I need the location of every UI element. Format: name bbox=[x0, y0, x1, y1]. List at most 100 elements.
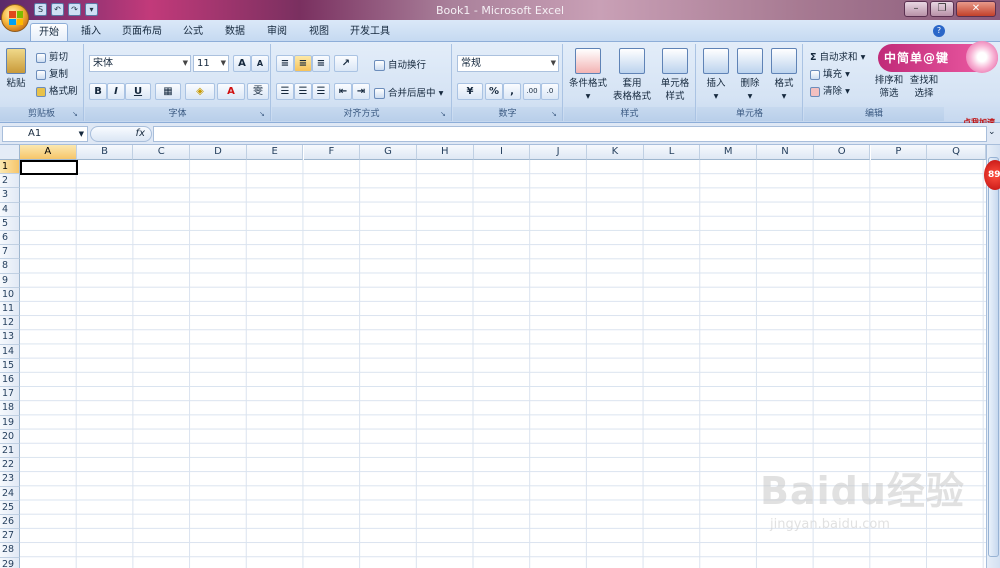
cell-styles-button[interactable]: 单元格 样式 bbox=[654, 48, 696, 103]
insert-cells-button[interactable]: 插入 ▾ bbox=[699, 48, 733, 103]
format-as-table-button[interactable]: 套用 表格格式 bbox=[610, 48, 654, 103]
close-button[interactable]: ✕ bbox=[956, 1, 996, 17]
align-left-button[interactable]: ☰ bbox=[276, 83, 294, 100]
name-box[interactable]: A1 ▼ bbox=[2, 126, 88, 142]
select-all-button[interactable] bbox=[0, 145, 20, 160]
column-header-q[interactable]: Q bbox=[927, 145, 986, 160]
decrease-decimal-button[interactable]: .0 bbox=[541, 83, 559, 100]
cut-button[interactable]: 剪切 bbox=[36, 49, 68, 63]
row-header-18[interactable]: 18 bbox=[0, 401, 20, 416]
office-button[interactable] bbox=[1, 4, 29, 32]
row-header-3[interactable]: 3 bbox=[0, 188, 20, 203]
align-middle-button[interactable]: ≡ bbox=[294, 55, 312, 72]
row-header-22[interactable]: 22 bbox=[0, 458, 20, 473]
row-header-15[interactable]: 15 bbox=[0, 358, 20, 373]
align-top-button[interactable]: ≡ bbox=[276, 55, 294, 72]
ime-toolbar[interactable]: 中简单@键 bbox=[878, 41, 998, 73]
bold-button[interactable]: B bbox=[89, 83, 107, 100]
font-launcher-icon[interactable]: ↘ bbox=[259, 110, 268, 119]
row-header-9[interactable]: 9 bbox=[0, 273, 20, 288]
row-header-16[interactable]: 16 bbox=[0, 373, 20, 388]
increase-decimal-button[interactable]: .00 bbox=[523, 83, 541, 100]
tab-review[interactable]: 审阅 bbox=[260, 23, 294, 42]
column-header-h[interactable]: H bbox=[416, 145, 474, 160]
column-header-e[interactable]: E bbox=[246, 145, 304, 160]
merge-center-button[interactable]: 合并后居中 ▾ bbox=[374, 85, 443, 99]
font-color-button[interactable]: A bbox=[217, 83, 245, 100]
column-header-l[interactable]: L bbox=[643, 145, 701, 160]
column-header-n[interactable]: N bbox=[757, 145, 814, 160]
column-header-o[interactable]: O bbox=[813, 145, 871, 160]
tab-data[interactable]: 数据 bbox=[218, 23, 252, 42]
fill-button[interactable]: 填充 ▾ bbox=[810, 66, 850, 80]
format-cells-button[interactable]: 格式 ▾ bbox=[767, 48, 801, 103]
fill-color-button[interactable]: ◈ bbox=[185, 83, 215, 100]
row-header-1[interactable]: 1 bbox=[0, 160, 20, 175]
tab-home[interactable]: 开始 bbox=[30, 23, 68, 42]
row-header-17[interactable]: 17 bbox=[0, 387, 20, 402]
row-header-8[interactable]: 8 bbox=[0, 259, 20, 274]
help-icon[interactable]: ? bbox=[933, 25, 945, 37]
row-header-5[interactable]: 5 bbox=[0, 216, 20, 231]
row-header-14[interactable]: 14 bbox=[0, 344, 20, 359]
save-icon[interactable]: S bbox=[34, 3, 47, 16]
italic-button[interactable]: I bbox=[107, 83, 125, 100]
row-header-24[interactable]: 24 bbox=[0, 486, 20, 501]
column-header-m[interactable]: M bbox=[700, 145, 758, 160]
notification-badge[interactable]: 89 bbox=[984, 160, 1000, 190]
orientation-button[interactable]: ↗ bbox=[334, 55, 358, 72]
underline-button[interactable]: U bbox=[125, 83, 151, 100]
row-header-11[interactable]: 11 bbox=[0, 302, 20, 317]
column-header-i[interactable]: I bbox=[473, 145, 531, 160]
column-header-b[interactable]: B bbox=[76, 145, 134, 160]
find-select-button[interactable]: 查找和 选择 bbox=[906, 74, 942, 100]
minimize-button[interactable]: – bbox=[904, 1, 928, 17]
restore-button[interactable]: ❐ bbox=[930, 1, 954, 17]
formula-input[interactable] bbox=[153, 126, 987, 142]
conditional-formatting-button[interactable]: 条件格式 ▾ bbox=[566, 48, 610, 103]
undo-icon[interactable]: ↶ bbox=[51, 3, 64, 16]
insert-function-button[interactable]: fx bbox=[90, 126, 152, 142]
tab-formulas[interactable]: 公式 bbox=[176, 23, 210, 42]
column-header-g[interactable]: G bbox=[360, 145, 417, 160]
increase-indent-button[interactable]: ⇥ bbox=[352, 83, 370, 100]
column-header-a[interactable]: A bbox=[20, 145, 77, 160]
row-header-29[interactable]: 29 bbox=[0, 557, 20, 568]
tab-insert[interactable]: 插入 bbox=[74, 23, 108, 42]
autosum-button[interactable]: Σ 自动求和 ▾ bbox=[810, 49, 865, 63]
sort-filter-button[interactable]: 排序和 筛选 bbox=[872, 74, 906, 100]
font-family-select[interactable]: 宋体 ▼ bbox=[89, 55, 191, 72]
row-header-26[interactable]: 26 bbox=[0, 515, 20, 530]
customize-qat-icon[interactable]: ▾ bbox=[85, 3, 98, 16]
comma-button[interactable]: , bbox=[503, 83, 521, 100]
row-header-21[interactable]: 21 bbox=[0, 444, 20, 459]
align-center-button[interactable]: ☰ bbox=[294, 83, 312, 100]
phonetic-button[interactable]: 雯 bbox=[247, 83, 269, 100]
number-format-select[interactable]: 常规 ▼ bbox=[457, 55, 559, 72]
align-bottom-button[interactable]: ≡ bbox=[312, 55, 330, 72]
row-header-7[interactable]: 7 bbox=[0, 245, 20, 260]
tab-page-layout[interactable]: 页面布局 bbox=[116, 23, 168, 42]
row-header-2[interactable]: 2 bbox=[0, 174, 20, 189]
shrink-font-button[interactable]: A bbox=[251, 55, 269, 72]
row-header-10[interactable]: 10 bbox=[0, 287, 20, 302]
grow-font-button[interactable]: A bbox=[233, 55, 251, 72]
percent-button[interactable]: % bbox=[485, 83, 503, 100]
row-header-13[interactable]: 13 bbox=[0, 330, 20, 345]
align-right-button[interactable]: ☰ bbox=[312, 83, 330, 100]
row-header-12[interactable]: 12 bbox=[0, 316, 20, 331]
row-header-20[interactable]: 20 bbox=[0, 429, 20, 444]
active-cell[interactable] bbox=[20, 160, 78, 175]
column-header-p[interactable]: P bbox=[870, 145, 928, 160]
row-header-27[interactable]: 27 bbox=[0, 529, 20, 544]
clipboard-launcher-icon[interactable]: ↘ bbox=[72, 110, 81, 119]
currency-button[interactable]: ¥ bbox=[457, 83, 483, 100]
paste-button[interactable]: 粘贴 bbox=[2, 48, 30, 90]
clear-button[interactable]: 清除 ▾ bbox=[810, 83, 850, 97]
row-header-4[interactable]: 4 bbox=[0, 202, 20, 217]
delete-cells-button[interactable]: 删除 ▾ bbox=[733, 48, 767, 103]
row-header-25[interactable]: 25 bbox=[0, 500, 20, 515]
expand-formula-bar-icon[interactable]: ⌄ bbox=[988, 127, 996, 137]
borders-button[interactable]: ▦ bbox=[155, 83, 181, 100]
tab-view[interactable]: 视图 bbox=[302, 23, 336, 42]
